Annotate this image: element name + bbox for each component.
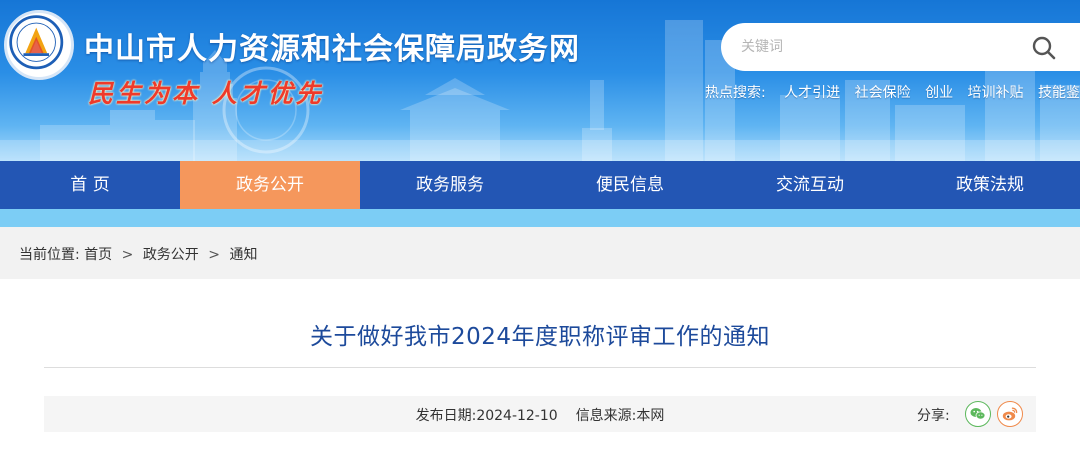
publish-date: 2024-12-10 [476,408,558,424]
article-meta-bar: 发布日期:2024-12-10 信息来源:本网 分享: [44,396,1036,432]
wechat-share-button[interactable] [965,401,991,427]
nav-item-government-services[interactable]: 政务服务 [360,161,540,209]
nav-item-government-affairs-disclosure[interactable]: 政务公开 [180,161,360,209]
publish-date-label: 发布日期: [415,408,477,424]
breadcrumb-separator: > [121,247,134,263]
hot-link-training-subsidy[interactable]: 培训补贴 [968,85,1024,101]
slogan: 民生为本 人才优先 [88,79,324,108]
nav-accent-strip [0,209,1080,227]
breadcrumb: 当前位置: 首页 > 政务公开 > 通知 [19,244,257,264]
main-nav: 首 页 政务公开 政务服务 便民信息 交流互动 政策法规 [0,161,1080,209]
source-value: 本网 [636,408,665,424]
search-input[interactable] [741,35,1021,59]
breadcrumb-government-affairs[interactable]: 政务公开 [143,247,199,263]
share-label: 分享: [917,408,950,424]
title-divider [44,367,1036,368]
site-title: 中山市人力资源和社会保障局政务网 [84,32,580,67]
breadcrumb-notice[interactable]: 通知 [229,247,257,263]
weibo-icon [1002,407,1018,421]
nav-item-home[interactable]: 首 页 [0,161,180,209]
search-box [721,23,1080,71]
article-meta: 发布日期:2024-12-10 信息来源:本网 [44,405,1036,425]
hot-search-label: 热点搜索: [705,85,766,101]
breadcrumb-separator: > [208,247,220,263]
hot-link-talent[interactable]: 人才引进 [784,85,840,101]
hot-search: 热点搜索: 人才引进 社会保险 创业 培训补贴 技能鉴定 [705,82,1080,102]
wechat-icon [970,408,986,420]
nav-item-public-info[interactable]: 便民信息 [540,161,720,209]
breadcrumb-home[interactable]: 首页 [84,247,112,263]
source-label: 信息来源: [575,408,637,424]
breadcrumb-prefix: 当前位置: [19,247,80,263]
hot-link-startup[interactable]: 创业 [925,85,953,101]
article-title: 关于做好我市2024年度职称评审工作的通知 [309,324,771,350]
breadcrumb-bar: 当前位置: 首页 > 政务公开 > 通知 [0,227,1080,279]
hot-link-skill-appraisal[interactable]: 技能鉴定 [1038,85,1080,101]
weibo-share-button[interactable] [997,401,1023,427]
nav-item-policies[interactable]: 政策法规 [900,161,1080,209]
search-icon[interactable] [1031,35,1057,61]
bureau-logo [4,10,74,80]
hot-link-social-insurance[interactable]: 社会保险 [855,85,911,101]
header-banner: 中山市人力资源和社会保障局政务网 民生为本 人才优先 热点搜索: 人才引进 社会… [0,0,1080,161]
nav-item-interaction[interactable]: 交流互动 [720,161,900,209]
